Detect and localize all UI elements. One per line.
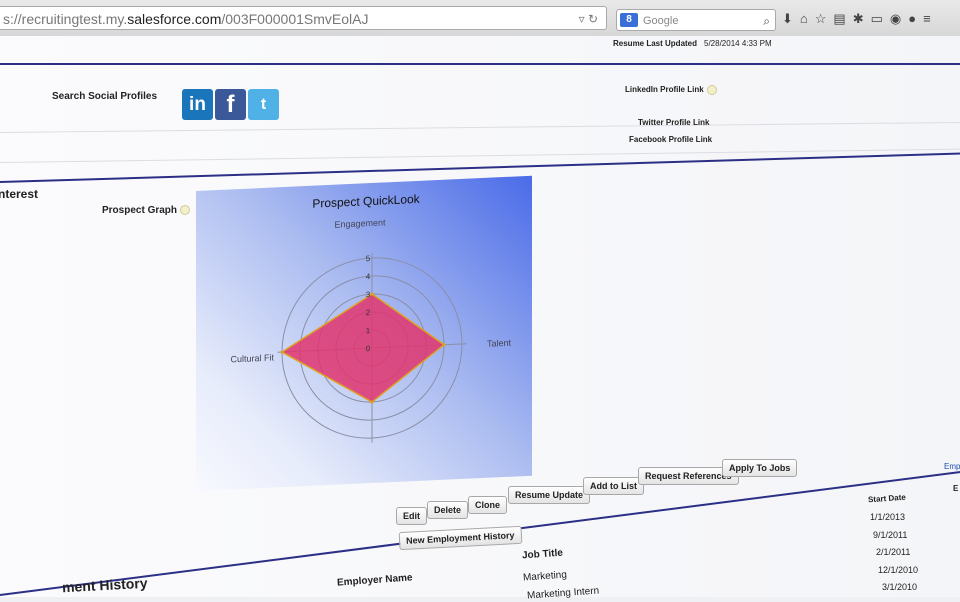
addon-icon[interactable]: ◉ <box>890 11 908 26</box>
search-placeholder: Google <box>643 15 679 27</box>
tick-label: 3 <box>366 290 371 299</box>
start-date-cell: 2/1/2011 <box>876 547 911 557</box>
job-title-cell: Marketing <box>522 569 568 584</box>
extension-icon[interactable]: ✱ <box>853 11 871 26</box>
twitter-profile-link-label: Twitter Profile Link <box>638 118 710 127</box>
twitter-icon[interactable]: t <box>248 89 279 120</box>
menu-icon[interactable]: ≡ <box>923 11 938 26</box>
section-divider <box>0 63 960 65</box>
right-edge-link[interactable]: Empl <box>944 462 960 471</box>
download-icon[interactable]: ⬇ <box>782 11 800 26</box>
facebook-icon[interactable]: f <box>215 89 246 120</box>
profile-icon[interactable]: ● <box>908 11 923 26</box>
axis-label: Data Quality <box>362 480 412 491</box>
linkedin-icon[interactable]: in <box>182 89 213 120</box>
url-suffix: /003F000001SmvEolAJ <box>221 11 369 27</box>
resume-update-button[interactable]: Resume Update <box>508 486 591 504</box>
bookmarks-list-icon[interactable]: ▤ <box>833 11 852 26</box>
radar-chart-svg: Prospect QuickLook 0 1 2 3 4 5 Engagement Talent… <box>231 192 512 491</box>
tick-label: 4 <box>366 272 371 281</box>
facebook-profile-link-label: Facebook Profile Link <box>629 135 713 144</box>
data-area <box>280 293 446 403</box>
start-date-cell: 9/1/2011 <box>873 530 908 540</box>
search-icon[interactable]: ⌕ <box>763 10 770 32</box>
search-input[interactable]: 8 Google ⌕ <box>616 9 776 31</box>
help-icon[interactable] <box>706 85 717 95</box>
divider <box>0 121 960 133</box>
tick-label: 5 <box>366 254 371 263</box>
job-title-cell: Marketing Intern <box>526 585 600 602</box>
axis-label: Talent <box>487 338 512 349</box>
start-date-cell: 12/1/2010 <box>878 565 919 575</box>
search-engine-icon[interactable]: 8 <box>620 13 638 27</box>
edit-button[interactable]: Edit <box>396 507 427 525</box>
axis-label: Cultural Fit <box>231 352 275 364</box>
section-title-employment: ment History <box>61 574 148 596</box>
home-icon[interactable]: ⌂ <box>800 11 815 26</box>
add-to-list-button[interactable]: Add to List <box>583 477 644 495</box>
apply-to-jobs-button[interactable]: Apply To Jobs <box>722 459 798 477</box>
reload-icon[interactable]: ↻ <box>588 12 598 26</box>
section-title-interest: nterest <box>0 187 39 201</box>
resume-updated-value: 5/28/2014 4:33 PM <box>704 39 772 48</box>
linkedin-profile-link-label: LinkedIn Profile Link <box>625 85 717 95</box>
start-date-cell: 3/1/2010 <box>882 582 918 592</box>
column-header-job-title: Job Title <box>521 547 564 562</box>
clone-button[interactable]: Clone <box>468 496 508 514</box>
salesforce-record-page: Resume Last Updated 5/28/2014 4:33 PM Se… <box>0 36 960 602</box>
url-domain: salesforce.com <box>127 11 222 27</box>
column-header-end-date: E <box>953 484 959 493</box>
browser-toolbar: s://recruitingtest.my.salesforce.com/003… <box>0 0 960 37</box>
url-prefix: s://recruitingtest.my. <box>3 11 128 27</box>
resume-updated-label: Resume Last Updated <box>613 39 698 48</box>
start-date-cell: 1/1/2013 <box>870 512 906 522</box>
prospect-graph-label: Prospect Graph <box>102 205 191 216</box>
column-header-start-date: Start Date <box>867 492 907 505</box>
note-icon[interactable]: ▭ <box>871 11 890 26</box>
search-social-profiles-label: Search Social Profiles <box>52 91 158 102</box>
axis-label: Engagement <box>334 217 386 229</box>
bookmark-star-icon[interactable]: ☆ <box>815 11 834 26</box>
social-icons: in f t <box>182 89 279 120</box>
column-header-employer: Employer Name <box>336 572 413 589</box>
new-employment-history-button[interactable]: New Employment History <box>398 525 522 551</box>
tick-label: 1 <box>366 326 371 335</box>
help-icon[interactable] <box>180 205 191 216</box>
dropdown-arrow-icon[interactable]: ▿ <box>579 12 585 26</box>
tick-label: 2 <box>366 308 371 317</box>
address-bar[interactable]: s://recruitingtest.my.salesforce.com/003… <box>0 6 607 30</box>
tick-label: 0 <box>366 344 371 353</box>
delete-button[interactable]: Delete <box>427 501 469 519</box>
chart-title: Prospect QuickLook <box>312 192 420 211</box>
prospect-chart: Prospect QuickLook 0 1 2 3 4 5 Engagement Talent… <box>196 175 532 492</box>
